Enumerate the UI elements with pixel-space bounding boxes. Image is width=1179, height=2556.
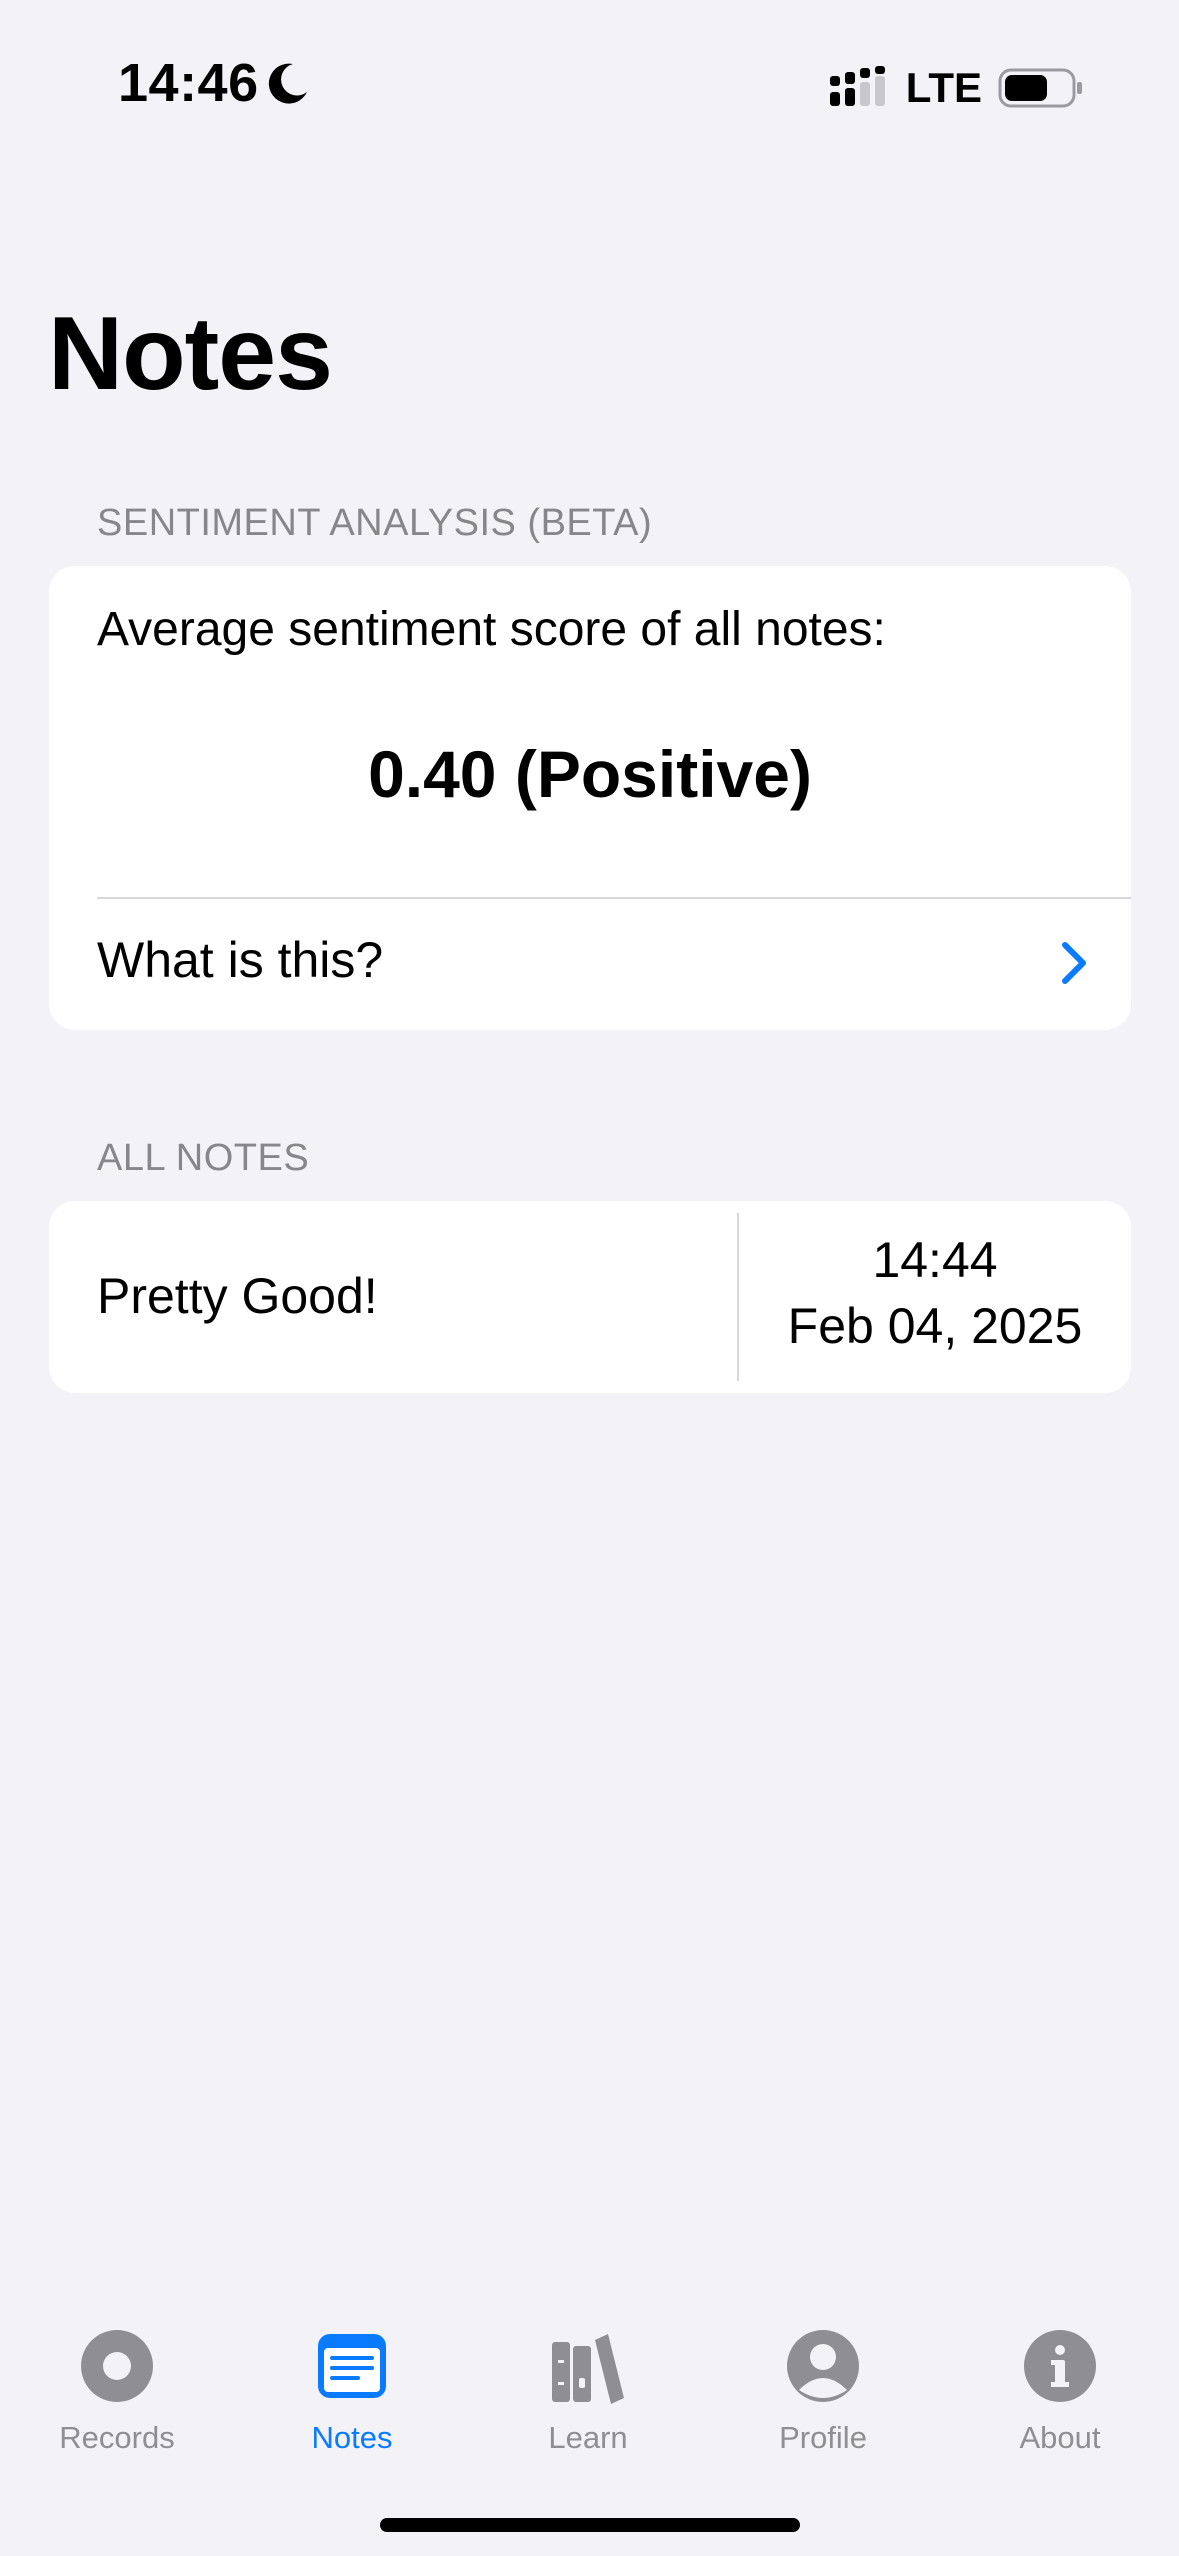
tab-profile-label: Profile <box>779 2420 867 2455</box>
tab-about-label: About <box>1019 2420 1101 2455</box>
record-circle-icon <box>81 2330 153 2402</box>
sentiment-section-header: SENTIMENT ANALYSIS (BETA) <box>97 502 653 544</box>
sentiment-label: Average sentiment score of all notes: <box>97 603 886 656</box>
sentiment-card: Average sentiment score of all notes: 0.… <box>49 566 1131 1030</box>
note-row[interactable]: Pretty Good! 14:44 Feb 04, 2025 <box>49 1201 1131 1393</box>
status-time-group: 14:46 <box>118 52 311 114</box>
note-time: 14:44 <box>872 1232 998 1288</box>
status-indicators: LTE <box>828 64 1084 112</box>
tab-notes-label: Notes <box>311 2420 393 2455</box>
tab-about[interactable]: About <box>960 2326 1160 2466</box>
status-time: 14:46 <box>118 53 259 113</box>
person-circle-icon <box>787 2330 859 2402</box>
tab-notes[interactable]: Notes <box>252 2326 452 2466</box>
note-date: Feb 04, 2025 <box>787 1298 1083 1354</box>
home-indicator[interactable] <box>380 2518 800 2532</box>
notes-section-header: ALL NOTES <box>97 1137 310 1179</box>
books-icon <box>552 2334 624 2404</box>
chevron-right-icon <box>1062 942 1086 984</box>
sentiment-score: 0.40 (Positive) <box>368 737 812 811</box>
battery-icon <box>998 68 1082 108</box>
tab-learn[interactable]: Learn <box>488 2326 688 2466</box>
tab-records[interactable]: Records <box>17 2326 217 2466</box>
what-is-this-row[interactable]: What is this? <box>49 899 1131 1030</box>
status-bar: 14:46 LTE <box>0 0 1179 170</box>
notes-list-icon <box>318 2334 386 2398</box>
network-label: LTE <box>905 64 982 111</box>
note-title: Pretty Good! <box>97 1268 378 1324</box>
tab-records-label: Records <box>59 2420 175 2455</box>
info-circle-icon <box>1024 2330 1096 2402</box>
page-title: Notes <box>48 296 333 412</box>
tab-bar: Records Notes Learn Profile About <box>0 2290 1179 2556</box>
tab-learn-label: Learn <box>548 2420 628 2455</box>
what-is-this-label: What is this? <box>97 932 384 988</box>
moon-icon <box>268 63 307 104</box>
signal-icon <box>829 66 885 106</box>
tab-profile[interactable]: Profile <box>723 2326 923 2466</box>
